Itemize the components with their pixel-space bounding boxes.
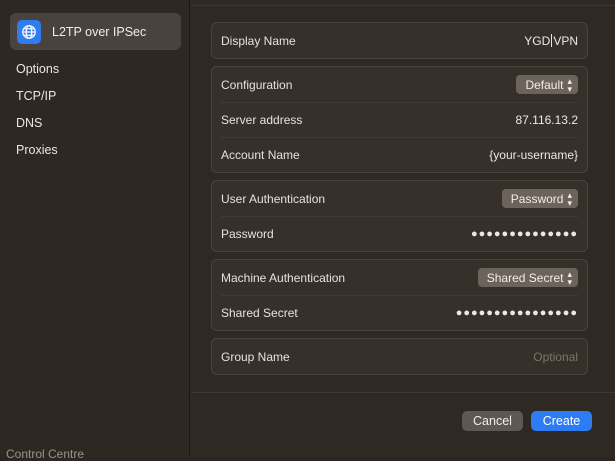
configuration-group: Configuration Default ▴ ▾ Server address … <box>211 66 588 173</box>
machine-auth-group: Machine Authentication Shared Secret ▴ ▾ … <box>211 259 588 331</box>
password-row: Password ●●●●●●●●●●●●●● <box>212 216 587 251</box>
top-divider <box>191 0 615 6</box>
chevron-updown-icon: ▴ ▾ <box>567 268 572 287</box>
password-field[interactable]: ●●●●●●●●●●●●●● <box>471 228 578 240</box>
display-name-group: Display Name YGD VPN <box>211 22 588 59</box>
configuration-value: Default <box>525 77 564 92</box>
server-address-input[interactable]: 87.116.13.2 <box>515 113 578 127</box>
machine-auth-row: Machine Authentication Shared Secret ▴ ▾ <box>212 260 587 295</box>
footer-divider <box>191 392 615 393</box>
globe-network-icon <box>17 19 41 44</box>
password-label: Password <box>221 226 274 241</box>
sidebar-item-tcpip[interactable]: TCP/IP <box>16 82 59 109</box>
shared-secret-field[interactable]: ●●●●●●●●●●●●●●●● <box>456 307 578 319</box>
account-name-label: Account Name <box>221 147 300 162</box>
user-auth-popup[interactable]: Password ▴ ▾ <box>501 189 578 208</box>
create-button[interactable]: Create <box>531 411 592 431</box>
user-auth-label: User Authentication <box>221 191 326 206</box>
machine-auth-popup[interactable]: Shared Secret ▴ ▾ <box>477 268 578 287</box>
sidebar: L2TP over IPSec Options TCP/IP DNS Proxi… <box>0 0 190 461</box>
display-name-input[interactable]: YGD VPN <box>524 33 578 48</box>
group-name-group: Group Name Optional <box>211 338 588 375</box>
sidebar-item-dns[interactable]: DNS <box>16 109 59 136</box>
background-label: Control Centre <box>6 447 85 461</box>
sidebar-item-label: L2TP over IPSec <box>52 24 147 39</box>
display-name-text-a: YGD <box>524 33 551 48</box>
account-name-input[interactable]: {your-username} <box>489 148 578 162</box>
configuration-row: Configuration Default ▴ ▾ <box>212 67 587 102</box>
user-auth-group: User Authentication Password ▴ ▾ Password… <box>211 180 588 252</box>
sidebar-item-proxies[interactable]: Proxies <box>16 136 59 163</box>
main-panel: Display Name YGD VPN Configuration Defaul… <box>191 0 615 457</box>
chevron-updown-icon: ▴ ▾ <box>567 189 572 208</box>
sidebar-item-options[interactable]: Options <box>16 55 59 82</box>
sidebar-item-l2tp[interactable]: L2TP over IPSec <box>10 13 181 50</box>
chevron-updown-icon: ▴ ▾ <box>567 75 572 94</box>
sidebar-list: Options TCP/IP DNS Proxies <box>16 55 59 163</box>
group-name-row: Group Name Optional <box>212 339 587 374</box>
server-address-row: Server address 87.116.13.2 <box>212 102 587 137</box>
configuration-label: Configuration <box>221 77 293 92</box>
shared-secret-label: Shared Secret <box>221 305 298 320</box>
display-name-label: Display Name <box>221 33 296 48</box>
account-name-row: Account Name {your-username} <box>212 137 587 172</box>
user-auth-row: User Authentication Password ▴ ▾ <box>212 181 587 216</box>
shared-secret-row: Shared Secret ●●●●●●●●●●●●●●●● <box>212 295 587 330</box>
display-name-text-b: VPN <box>553 33 578 48</box>
configuration-popup[interactable]: Default ▴ ▾ <box>516 75 578 94</box>
display-name-row: Display Name YGD VPN <box>212 23 587 58</box>
user-auth-value: Password <box>510 191 564 206</box>
machine-auth-label: Machine Authentication <box>221 270 346 285</box>
machine-auth-value: Shared Secret <box>486 270 564 285</box>
group-name-label: Group Name <box>221 349 290 364</box>
group-name-input[interactable]: Optional <box>533 350 578 364</box>
vpn-config-window: L2TP over IPSec Options TCP/IP DNS Proxi… <box>0 0 615 461</box>
cancel-button[interactable]: Cancel <box>462 411 523 431</box>
server-address-label: Server address <box>221 112 303 127</box>
